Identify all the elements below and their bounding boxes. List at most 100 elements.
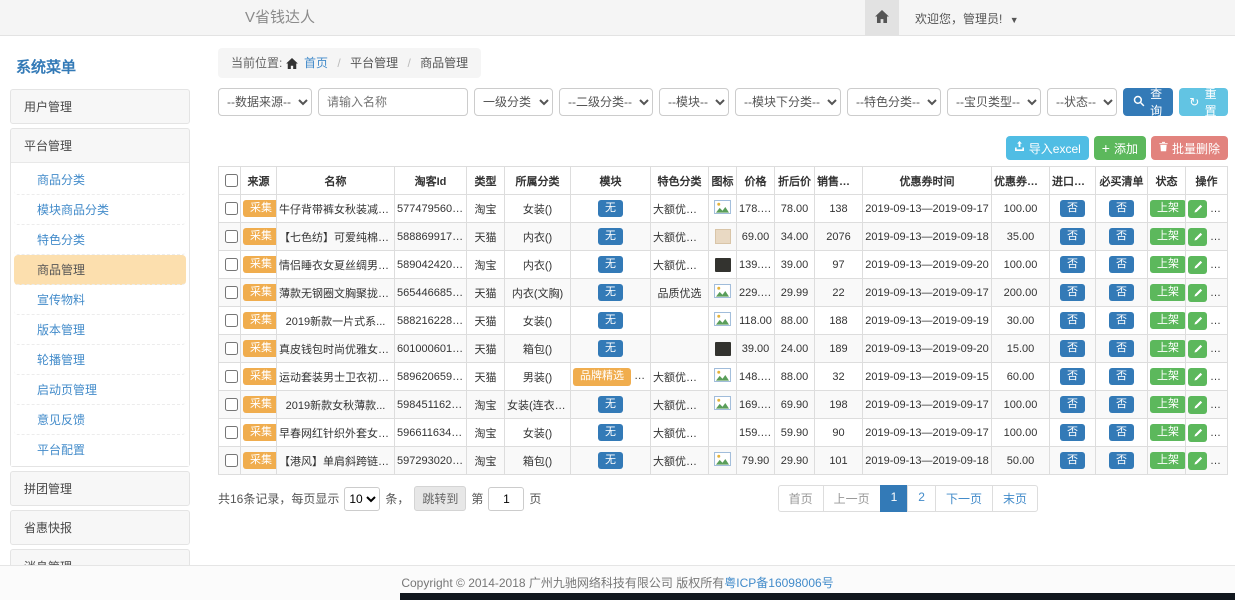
filter-select-2[interactable]: 一级分类 <box>474 88 553 116</box>
import-select-toggle[interactable]: 否 <box>1060 200 1085 218</box>
user-menu[interactable]: 欢迎您，管理员! ▼ <box>915 10 1019 27</box>
sidebar-subitem-宣传物料[interactable]: 宣传物料 <box>14 285 186 315</box>
status-badge[interactable]: 上架 <box>1150 312 1186 330</box>
import-select-toggle[interactable]: 否 <box>1060 284 1085 302</box>
sidebar-subitem-商品分类[interactable]: 商品分类 <box>14 165 186 195</box>
status-badge[interactable]: 上架 <box>1150 228 1186 246</box>
must-buy-toggle[interactable]: 否 <box>1109 424 1134 442</box>
filter-select-7[interactable]: --宝贝类型-- <box>947 88 1041 116</box>
edit-button[interactable] <box>1188 228 1207 246</box>
sidebar-subitem-轮播管理[interactable]: 轮播管理 <box>14 345 186 375</box>
module-badge[interactable]: 无 <box>598 200 623 218</box>
sidebar-subitem-启动页管理[interactable]: 启动页管理 <box>14 375 186 405</box>
row-checkbox[interactable] <box>225 258 238 271</box>
import-select-toggle[interactable]: 否 <box>1060 312 1085 330</box>
module-badge[interactable]: 无 <box>598 452 623 470</box>
must-buy-toggle[interactable]: 否 <box>1109 340 1134 358</box>
name-search-input[interactable] <box>318 88 468 116</box>
status-badge[interactable]: 上架 <box>1150 452 1186 470</box>
filter-select-5[interactable]: --模块下分类-- <box>735 88 841 116</box>
edit-button[interactable] <box>1188 452 1207 470</box>
must-buy-toggle[interactable]: 否 <box>1109 200 1134 218</box>
status-badge[interactable]: 上架 <box>1150 284 1186 302</box>
row-checkbox[interactable] <box>225 426 238 439</box>
import-select-toggle[interactable]: 否 <box>1060 340 1085 358</box>
must-buy-toggle[interactable]: 否 <box>1109 312 1134 330</box>
status-badge[interactable]: 上架 <box>1150 396 1186 414</box>
pager-button-1[interactable]: 1 <box>880 485 909 512</box>
module-badge[interactable]: 无 <box>598 396 623 414</box>
module-badge[interactable]: 无 <box>598 256 623 274</box>
filter-select-4[interactable]: --模块-- <box>659 88 729 116</box>
edit-button[interactable] <box>1188 396 1207 414</box>
edit-button[interactable] <box>1188 284 1207 302</box>
edit-button[interactable] <box>1188 368 1207 386</box>
sidebar-subitem-平台配置[interactable]: 平台配置 <box>14 435 186 464</box>
module-badge[interactable]: 无 <box>598 312 623 330</box>
batch-delete-button[interactable]: 批量删除 <box>1151 136 1228 160</box>
row-checkbox[interactable] <box>225 342 238 355</box>
sidebar-item-平台管理[interactable]: 平台管理 <box>11 129 189 162</box>
query-button[interactable]: 查询 <box>1123 88 1173 116</box>
module-badge[interactable]: 品牌精选 <box>573 368 631 386</box>
module-badge[interactable]: 无 <box>598 424 623 442</box>
row-checkbox[interactable] <box>225 202 238 215</box>
status-badge[interactable]: 上架 <box>1150 424 1186 442</box>
row-checkbox[interactable] <box>225 398 238 411</box>
filter-select-6[interactable]: --特色分类-- <box>847 88 941 116</box>
must-buy-toggle[interactable]: 否 <box>1109 452 1134 470</box>
pager-button-下一页[interactable]: 下一页 <box>935 485 993 512</box>
jump-button[interactable]: 跳转到 <box>414 486 466 511</box>
sidebar-item-用户管理[interactable]: 用户管理 <box>11 90 189 123</box>
jump-page-input[interactable] <box>488 487 524 511</box>
pager-button-末页[interactable]: 末页 <box>992 485 1038 512</box>
import-select-toggle[interactable]: 否 <box>1060 424 1085 442</box>
import-select-toggle[interactable]: 否 <box>1060 396 1085 414</box>
pager-button-上一页[interactable]: 上一页 <box>823 485 881 512</box>
select-all-checkbox[interactable] <box>225 174 238 187</box>
filter-select-8[interactable]: --状态-- <box>1047 88 1117 116</box>
must-buy-toggle[interactable]: 否 <box>1109 228 1134 246</box>
import-select-toggle[interactable]: 否 <box>1060 368 1085 386</box>
add-button[interactable]: + 添加 <box>1094 136 1146 160</box>
import-select-toggle[interactable]: 否 <box>1060 256 1085 274</box>
filter-select-0[interactable]: --数据来源-- <box>218 88 312 116</box>
pager-button-2[interactable]: 2 <box>907 485 936 512</box>
import-select-toggle[interactable]: 否 <box>1060 452 1085 470</box>
module-badge[interactable]: 无 <box>598 284 623 302</box>
must-buy-toggle[interactable]: 否 <box>1109 368 1134 386</box>
module-badge[interactable]: 无 <box>598 340 623 358</box>
per-page-select[interactable]: 10 <box>344 487 380 511</box>
sidebar-subitem-商品管理[interactable]: 商品管理 <box>14 255 186 285</box>
sidebar-subitem-模块商品分类[interactable]: 模块商品分类 <box>14 195 186 225</box>
row-checkbox[interactable] <box>225 286 238 299</box>
import-select-toggle[interactable]: 否 <box>1060 228 1085 246</box>
edit-button[interactable] <box>1188 340 1207 358</box>
must-buy-toggle[interactable]: 否 <box>1109 284 1134 302</box>
must-buy-toggle[interactable]: 否 <box>1109 256 1134 274</box>
row-checkbox[interactable] <box>225 230 238 243</box>
status-badge[interactable]: 上架 <box>1150 368 1186 386</box>
edit-button[interactable] <box>1188 424 1207 442</box>
sidebar-item-拼团管理[interactable]: 拼团管理 <box>11 472 189 505</box>
row-checkbox[interactable] <box>225 314 238 327</box>
sidebar-item-省惠快报[interactable]: 省惠快报 <box>11 511 189 544</box>
row-checkbox[interactable] <box>225 454 238 467</box>
row-checkbox[interactable] <box>225 370 238 383</box>
sidebar-subitem-意见反馈[interactable]: 意见反馈 <box>14 405 186 435</box>
reset-button[interactable]: ↻ 重置 <box>1179 88 1228 116</box>
import-excel-button[interactable]: 导入excel <box>1006 136 1089 160</box>
edit-button[interactable] <box>1188 200 1207 218</box>
must-buy-toggle[interactable]: 否 <box>1109 396 1134 414</box>
status-badge[interactable]: 上架 <box>1150 340 1186 358</box>
sidebar-subitem-特色分类[interactable]: 特色分类 <box>14 225 186 255</box>
edit-button[interactable] <box>1188 256 1207 274</box>
icp-link[interactable]: 粤ICP备16098006号 <box>724 576 833 590</box>
breadcrumb-home-link[interactable]: 首页 <box>304 56 328 70</box>
module-badge[interactable]: 无 <box>598 228 623 246</box>
sidebar-subitem-版本管理[interactable]: 版本管理 <box>14 315 186 345</box>
home-button[interactable] <box>865 0 899 36</box>
edit-button[interactable] <box>1188 312 1207 330</box>
filter-select-3[interactable]: --二级分类-- <box>559 88 653 116</box>
status-badge[interactable]: 上架 <box>1150 256 1186 274</box>
